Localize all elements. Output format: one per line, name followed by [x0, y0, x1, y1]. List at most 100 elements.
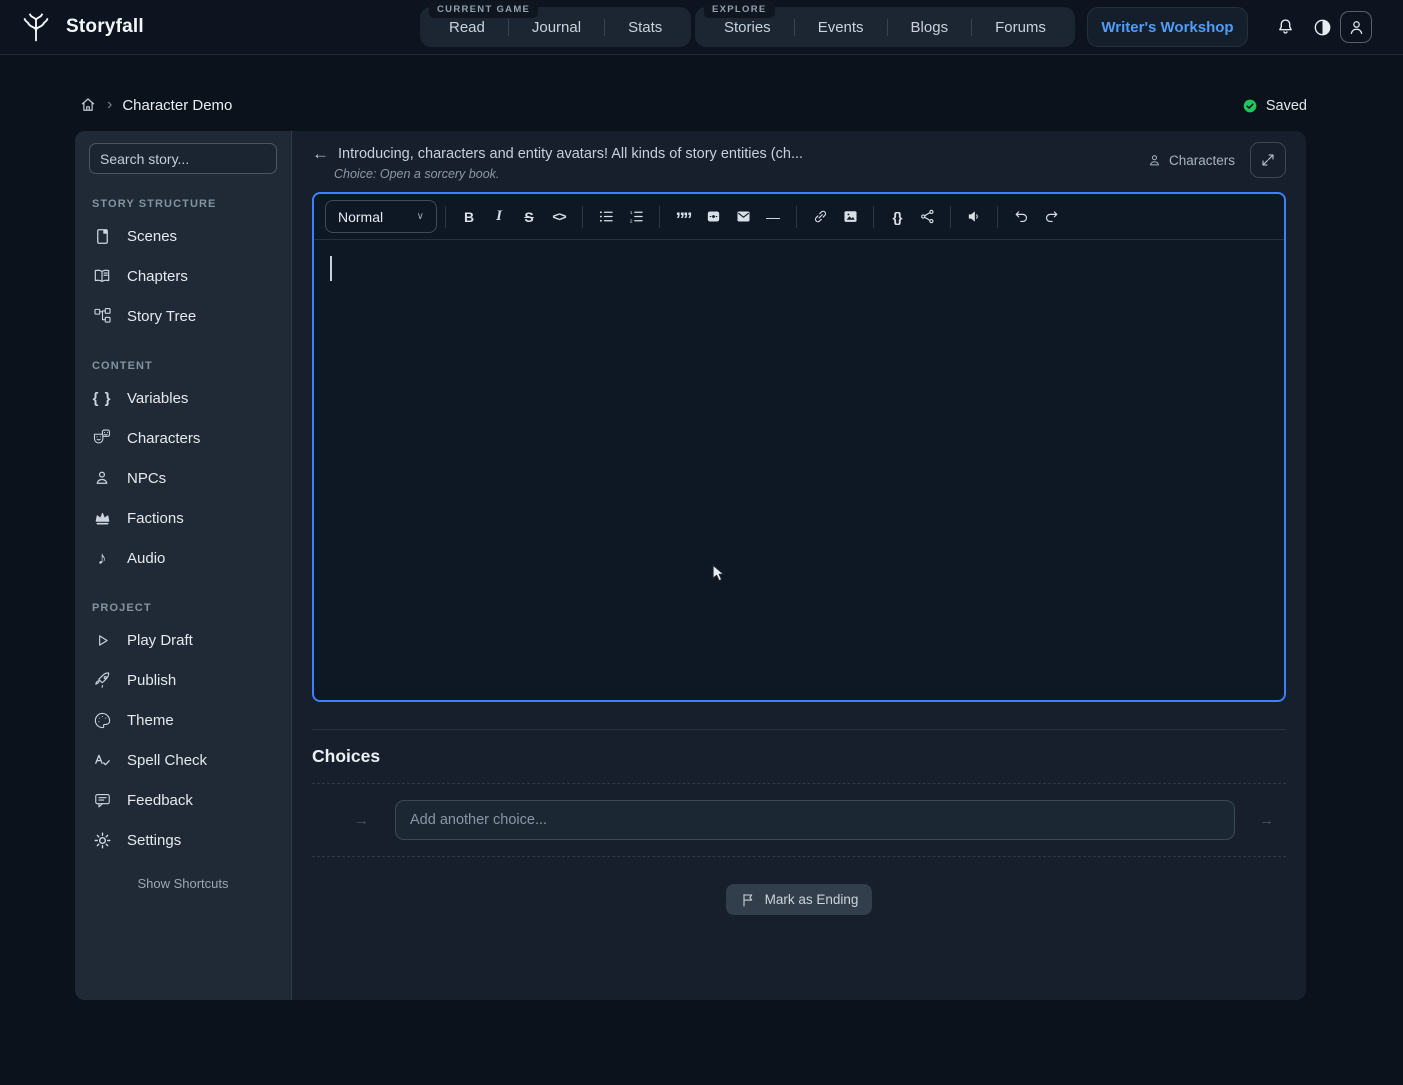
- sidebar-item-label: Variables: [127, 390, 188, 407]
- nav-group-badge: CURRENT GAME: [429, 1, 538, 18]
- add-choice-input[interactable]: [395, 800, 1235, 840]
- sidebar-item-characters[interactable]: Characters: [89, 418, 277, 458]
- sidebar-item-label: Theme: [127, 712, 174, 729]
- sidebar-item-label: Settings: [127, 832, 181, 849]
- theme-contrast-icon[interactable]: [1312, 17, 1333, 38]
- sidebar-item-play-draft[interactable]: Play Draft: [89, 620, 277, 660]
- numbered-list-button[interactable]: 1 2: [621, 202, 651, 232]
- section-title-story-structure: STORY STRUCTURE: [92, 198, 274, 210]
- mark-as-ending-button[interactable]: Mark as Ending: [726, 884, 873, 915]
- sidebar-item-label: Chapters: [127, 268, 188, 285]
- search-input[interactable]: [89, 143, 277, 174]
- play-icon: [92, 632, 112, 649]
- sidebar-item-variables[interactable]: { } Variables: [89, 378, 277, 418]
- section-title-content: CONTENT: [92, 360, 274, 372]
- audio-insert-button[interactable]: [959, 202, 989, 232]
- image-icon: [842, 208, 859, 225]
- notifications-bell-icon[interactable]: [1275, 17, 1296, 38]
- chapters-book-icon: [92, 266, 112, 286]
- back-arrow-button[interactable]: ←: [312, 145, 329, 162]
- toolbar-divider: [582, 206, 583, 228]
- story-editor-card: STORY STRUCTURE Scenes Chapters: [75, 131, 1306, 1000]
- italic-button[interactable]: I: [484, 202, 514, 232]
- inline-code-button[interactable]: <>: [544, 202, 574, 232]
- passage-subtitle: Choice: Open a sorcery book.: [334, 167, 1286, 181]
- sidebar-item-publish[interactable]: Publish: [89, 660, 277, 700]
- sidebar-item-scenes[interactable]: Scenes: [89, 216, 277, 256]
- nav-group-explore: EXPLORE Stories Events Blogs Forums: [695, 7, 1075, 47]
- sidebar-item-factions[interactable]: Factions: [89, 498, 277, 538]
- passage-title: Introducing, characters and entity avata…: [338, 146, 803, 162]
- mark-as-ending-label: Mark as Ending: [765, 892, 859, 907]
- sidebar-item-label: Audio: [127, 550, 165, 567]
- nav-item-read[interactable]: Read: [426, 19, 508, 36]
- numbered-list-icon: 1 2: [628, 208, 645, 225]
- nav-item-journal[interactable]: Journal: [509, 19, 604, 36]
- sidebar-item-chapters[interactable]: Chapters: [89, 256, 277, 296]
- svg-text:1: 1: [629, 210, 632, 216]
- rich-text-editor: Normal ∨ B I S <> 1: [312, 192, 1286, 702]
- envelope-icon: [735, 208, 752, 225]
- user-account-button[interactable]: [1340, 11, 1372, 43]
- save-status: Saved: [1242, 98, 1307, 114]
- undo-button[interactable]: [1006, 202, 1036, 232]
- gear-icon: [92, 831, 112, 850]
- variable-braces-button[interactable]: {}: [882, 202, 912, 232]
- section-divider: [312, 729, 1286, 730]
- paragraph-style-dropdown[interactable]: Normal ∨: [325, 200, 437, 233]
- add-choice-zone: → →: [312, 783, 1286, 857]
- sidebar-item-theme[interactable]: Theme: [89, 700, 277, 740]
- mail-insert-button[interactable]: [728, 202, 758, 232]
- sidebar-item-npcs[interactable]: NPCs: [89, 458, 277, 498]
- sidebar-item-feedback[interactable]: Feedback: [89, 780, 277, 820]
- palette-icon: [92, 711, 112, 730]
- bold-button[interactable]: B: [454, 202, 484, 232]
- blockquote-button[interactable]: ””: [668, 202, 698, 232]
- svg-text:2: 2: [629, 218, 632, 224]
- sidebar-item-label: Publish: [127, 672, 176, 689]
- link-icon: [812, 208, 829, 225]
- story-tree-icon: [92, 307, 112, 326]
- theater-masks-icon: [92, 428, 112, 448]
- nav-item-forums[interactable]: Forums: [972, 19, 1069, 36]
- sidebar-item-label: Characters: [127, 430, 200, 447]
- show-shortcuts-link[interactable]: Show Shortcuts: [89, 876, 277, 891]
- undo-icon: [1013, 208, 1030, 225]
- bullet-list-button[interactable]: [591, 202, 621, 232]
- arrow-right-icon: →: [1259, 812, 1274, 829]
- speaker-icon: [966, 208, 983, 225]
- writers-workshop-button[interactable]: Writer's Workshop: [1087, 7, 1248, 47]
- image-insert-button[interactable]: [835, 202, 865, 232]
- home-icon[interactable]: [79, 96, 97, 114]
- expand-editor-button[interactable]: [1250, 142, 1286, 178]
- nav-item-events[interactable]: Events: [795, 19, 887, 36]
- sidebar-item-label: Factions: [127, 510, 184, 527]
- characters-button[interactable]: Characters: [1147, 153, 1235, 168]
- toolbar-divider: [873, 206, 874, 228]
- section-title-project: PROJECT: [92, 602, 274, 614]
- sidebar-item-spell-check[interactable]: Spell Check: [89, 740, 277, 780]
- strikethrough-button[interactable]: S: [514, 202, 544, 232]
- link-button[interactable]: [805, 202, 835, 232]
- horizontal-rule-button[interactable]: —: [758, 202, 788, 232]
- sidebar-item-label: Play Draft: [127, 632, 193, 649]
- nav-item-stats[interactable]: Stats: [605, 19, 685, 36]
- sidebar-item-label: Feedback: [127, 792, 193, 809]
- save-status-label: Saved: [1266, 98, 1307, 114]
- sidebar-item-story-tree[interactable]: Story Tree: [89, 296, 277, 336]
- sidebar: STORY STRUCTURE Scenes Chapters: [75, 131, 292, 1000]
- sidebar-item-audio[interactable]: ♪ Audio: [89, 538, 277, 578]
- sidebar-item-settings[interactable]: Settings: [89, 820, 277, 860]
- button-key-icon: [705, 208, 722, 225]
- bullet-list-icon: [598, 208, 615, 225]
- branch-share-button[interactable]: [912, 202, 942, 232]
- top-navbar: Storyfall CURRENT GAME Read Journal Stat…: [0, 0, 1403, 55]
- redo-button[interactable]: [1036, 202, 1066, 232]
- editor-text-area[interactable]: [314, 240, 1284, 700]
- nav-item-stories[interactable]: Stories: [701, 19, 794, 36]
- text-caret: [330, 256, 332, 281]
- nav-item-blogs[interactable]: Blogs: [888, 19, 972, 36]
- scenes-file-icon: [92, 227, 112, 246]
- inline-button-insert-button[interactable]: [698, 202, 728, 232]
- breadcrumb-current-page: Character Demo: [122, 97, 232, 114]
